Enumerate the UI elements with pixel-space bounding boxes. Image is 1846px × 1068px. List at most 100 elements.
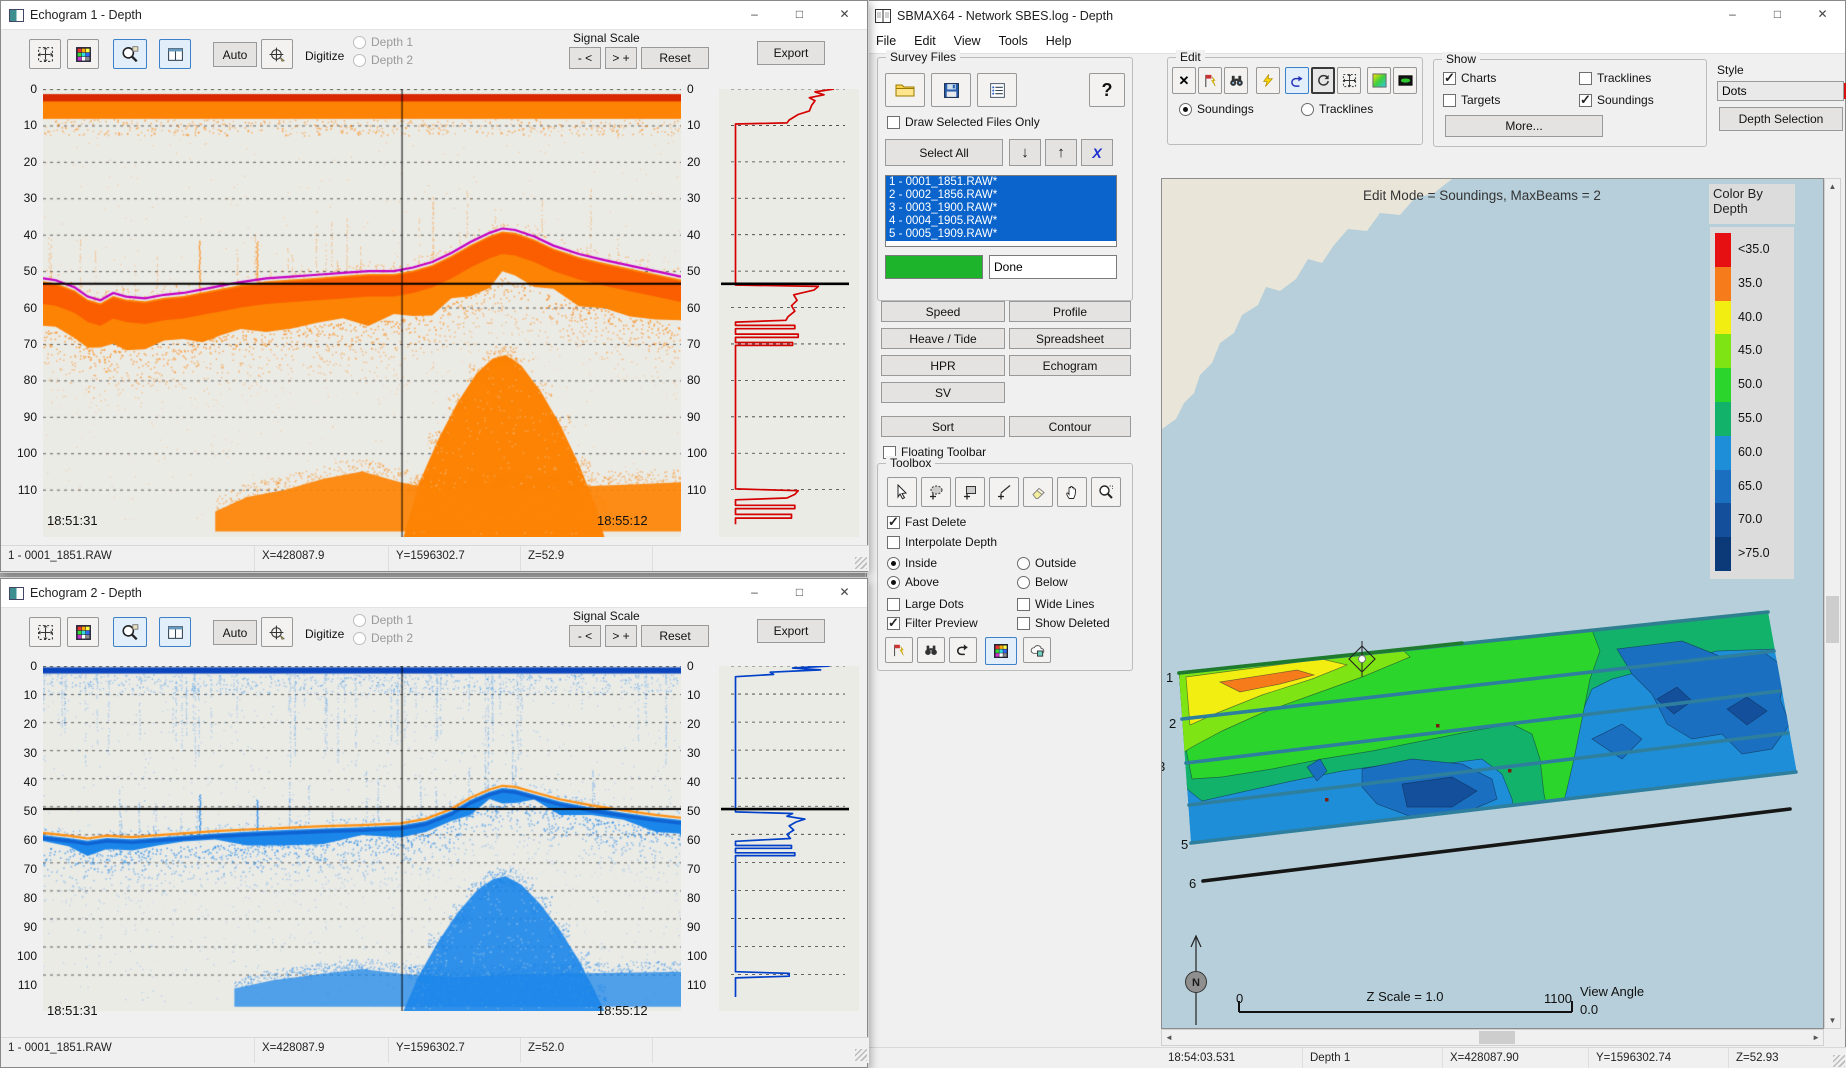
panel-button-speed[interactable]: Speed (881, 301, 1005, 322)
help-button[interactable]: ? (1089, 73, 1125, 107)
flag-filter-button[interactable] (885, 637, 913, 663)
checkbox[interactable] (1443, 72, 1456, 85)
radio[interactable] (887, 557, 900, 570)
minimize-button[interactable]: – (732, 1, 777, 28)
select-tool-button[interactable] (887, 477, 917, 507)
panel-button-heave-tide[interactable]: Heave / Tide (881, 328, 1005, 349)
move-down-button[interactable]: ↓ (1009, 139, 1041, 166)
checkbox[interactable] (1579, 72, 1592, 85)
radio[interactable] (353, 36, 366, 49)
search-soundings-button[interactable] (917, 637, 945, 663)
lasso-select-tool-button[interactable] (921, 477, 951, 507)
menu-file[interactable]: File (867, 31, 905, 51)
checkbox[interactable] (1017, 598, 1030, 611)
show-soundings-checkbox[interactable]: Soundings (1579, 93, 1654, 107)
radio[interactable] (353, 54, 366, 67)
zoom-extents-button[interactable] (29, 617, 61, 647)
scroll-left-icon[interactable]: ◄ (1165, 1033, 1173, 1042)
minimize-button[interactable]: – (732, 579, 777, 606)
auto-filter-button[interactable] (1256, 67, 1280, 94)
rect-select-tool-button[interactable] (955, 477, 985, 507)
signal-profile-panel[interactable] (719, 666, 859, 1011)
inside-radio[interactable]: Inside (887, 556, 937, 570)
filter-preview-checkbox[interactable]: Filter Preview (887, 616, 978, 630)
split-view-button[interactable] (159, 617, 191, 647)
close-button[interactable]: ✕ (1800, 1, 1845, 28)
outside-radio[interactable]: Outside (1017, 556, 1076, 570)
file-list-button[interactable] (977, 73, 1017, 107)
cloud-save-button[interactable] (1023, 637, 1051, 663)
checkbox[interactable] (887, 617, 900, 630)
depth1-radio[interactable]: Depth 1 (353, 35, 413, 49)
checkbox[interactable] (887, 598, 900, 611)
scroll-down-icon[interactable]: ▼ (1825, 1016, 1840, 1025)
signal-scale-decrease-button[interactable]: - < (569, 47, 601, 69)
minimize-button[interactable]: – (1710, 1, 1755, 28)
zoom-extents-button[interactable] (29, 39, 61, 69)
radio[interactable] (353, 614, 366, 627)
map-horizontal-scrollbar[interactable]: ◄ ► (1161, 1029, 1824, 1046)
above-radio[interactable]: Above (887, 575, 939, 589)
panel-button-spreadsheet[interactable]: Spreadsheet (1009, 328, 1131, 349)
interpolate-depth-checkbox[interactable]: Interpolate Depth (887, 535, 997, 549)
flag-search-button[interactable] (1198, 67, 1222, 94)
edit-soundings-radio[interactable]: Soundings (1179, 102, 1254, 116)
export-button[interactable]: Export (757, 41, 825, 65)
below-radio[interactable]: Below (1017, 575, 1068, 589)
resize-grip[interactable] (1833, 1055, 1845, 1067)
panel-button-profile[interactable]: Profile (1009, 301, 1131, 322)
maximize-button[interactable]: □ (777, 1, 822, 28)
digitize-tool-button[interactable] (261, 617, 293, 647)
radio[interactable] (887, 576, 900, 589)
zoom-tool-button[interactable] (1091, 477, 1121, 507)
close-button[interactable]: ✕ (822, 1, 867, 28)
color-table-button[interactable] (985, 637, 1017, 665)
depth-selection-button[interactable]: Depth Selection (1719, 107, 1843, 131)
auto-button[interactable]: Auto (213, 42, 257, 67)
maximize-button[interactable]: □ (1755, 1, 1800, 28)
resize-grip[interactable] (855, 557, 867, 569)
reset-button[interactable]: Reset (641, 625, 709, 647)
echogram-plot[interactable] (43, 89, 681, 537)
zoom-lock-button[interactable] (113, 39, 147, 69)
signal-scale-increase-button[interactable]: > + (605, 625, 637, 647)
scroll-up-icon[interactable]: ▲ (1825, 182, 1840, 191)
show-targets-checkbox[interactable]: Targets (1443, 93, 1500, 107)
resize-grip[interactable] (855, 1049, 867, 1061)
sbmax64-titlebar[interactable]: SBMAX64 - Network SBES.log - Depth – □ ✕ (867, 1, 1845, 32)
signal-profile-panel[interactable] (719, 89, 859, 537)
menu-tools[interactable]: Tools (990, 31, 1037, 51)
checkbox[interactable] (887, 116, 900, 129)
echogram-plot[interactable] (43, 666, 681, 1011)
map-view[interactable]: 12356N Edit Mode = Soundings, MaxBeams =… (1161, 178, 1824, 1029)
draw-selected-checkbox[interactable]: Draw Selected Files Only (887, 115, 1040, 129)
color-table-button[interactable] (67, 617, 99, 647)
digitize-tool-button[interactable] (261, 39, 293, 69)
scroll-thumb[interactable] (1479, 1031, 1515, 1044)
scroll-right-icon[interactable]: ► (1812, 1033, 1820, 1042)
survey-file-item[interactable]: 4 - 0004_1905.RAW* (886, 215, 1116, 228)
save-button[interactable] (931, 73, 971, 107)
scroll-thumb[interactable] (1826, 596, 1839, 643)
select-all-button[interactable]: Select All (885, 139, 1003, 166)
matrix-view-button[interactable] (1393, 67, 1417, 94)
menu-edit[interactable]: Edit (905, 31, 945, 51)
survey-file-item[interactable]: 5 - 0005_1909.RAW* (886, 228, 1116, 241)
menu-help[interactable]: Help (1037, 31, 1081, 51)
survey-file-list[interactable]: 1 - 0001_1851.RAW*2 - 0002_1856.RAW*3 - … (885, 175, 1117, 247)
checkbox[interactable] (887, 516, 900, 529)
undo-edit-button[interactable] (949, 637, 977, 663)
zoom-extents-button[interactable] (1337, 67, 1361, 94)
depth1-radio[interactable]: Depth 1 (353, 613, 413, 627)
export-button[interactable]: Export (757, 619, 825, 643)
survey-file-item[interactable]: 2 - 0002_1856.RAW* (886, 189, 1116, 202)
checkbox[interactable] (1579, 94, 1592, 107)
panel-button-contour[interactable]: Contour (1009, 416, 1131, 437)
fast-delete-checkbox[interactable]: Fast Delete (887, 515, 966, 529)
color-table-button[interactable] (67, 39, 99, 69)
radio[interactable] (1017, 576, 1030, 589)
signal-scale-decrease-button[interactable]: - < (569, 625, 601, 647)
open-file-button[interactable] (885, 73, 925, 107)
pan-tool-button[interactable] (1057, 477, 1087, 507)
panel-button-sort[interactable]: Sort (881, 416, 1005, 437)
